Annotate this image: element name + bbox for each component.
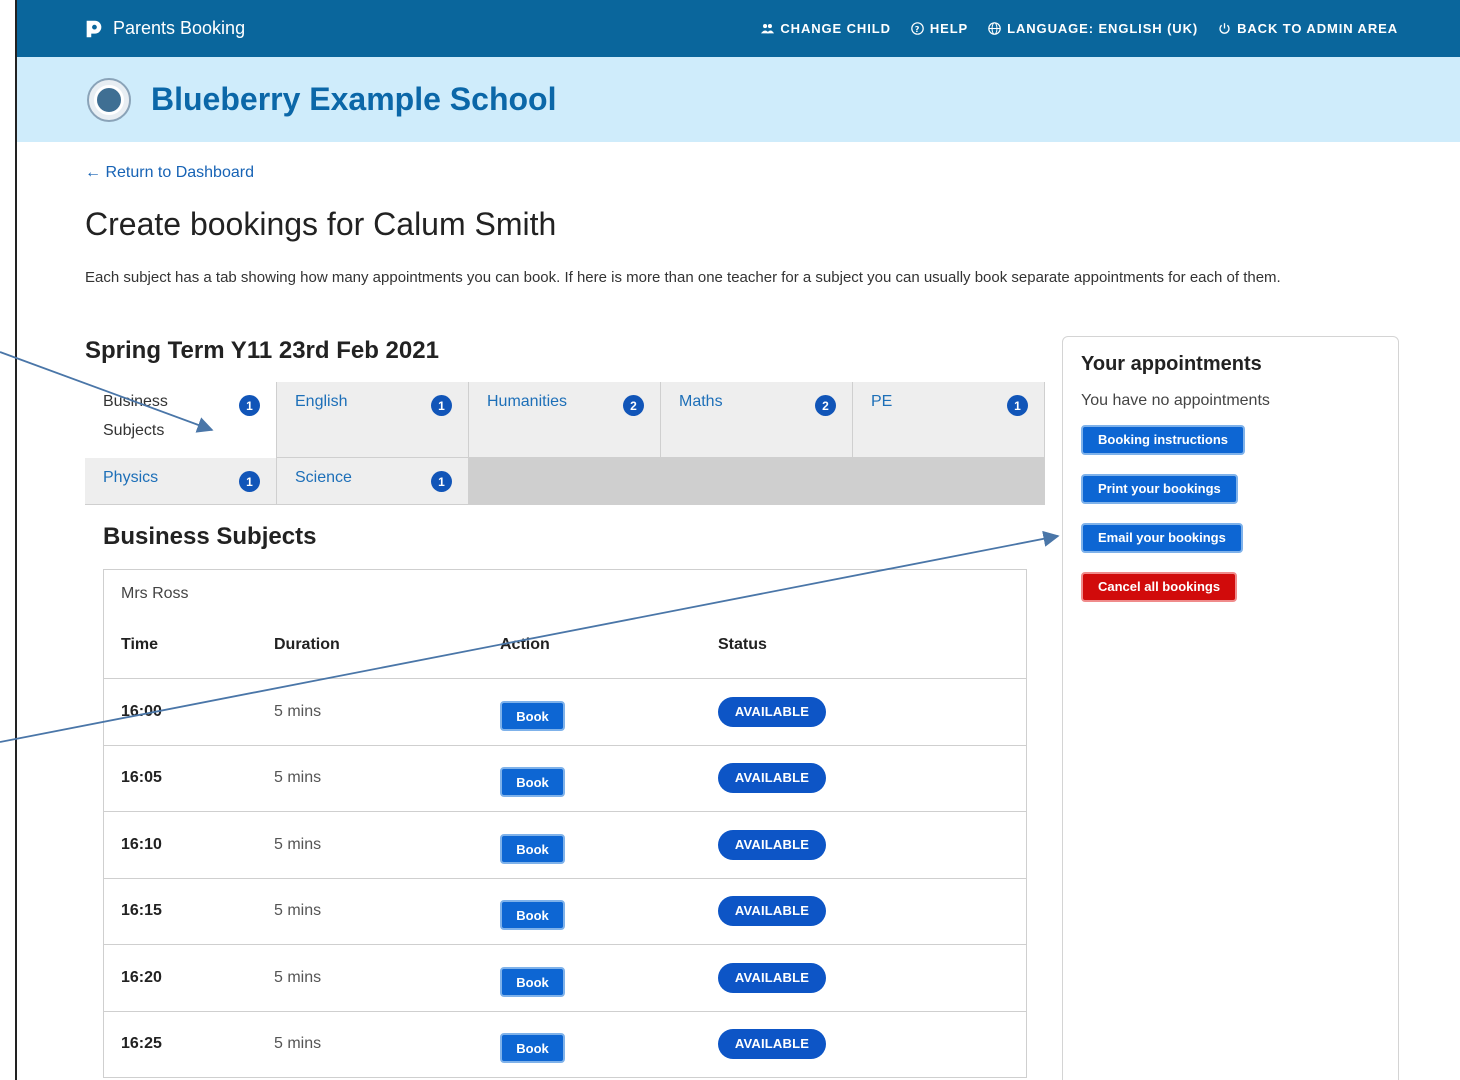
- tab-physics[interactable]: Physics 1: [85, 458, 277, 505]
- top-bar: Parents Booking CHANGE CHILD ? HELP LANG…: [17, 0, 1460, 57]
- power-icon: [1219, 23, 1230, 34]
- book-button[interactable]: Book: [500, 767, 565, 798]
- subject-tabs: Business Subjects 1 English 1 Humanities…: [85, 382, 1045, 505]
- tab-count-badge: 1: [431, 471, 452, 492]
- table-row: 16:15 5 mins Book AVAILABLE: [104, 879, 1026, 945]
- tab-business-subjects[interactable]: Business Subjects 1: [85, 382, 277, 458]
- teacher-name: Mrs Ross: [121, 585, 189, 602]
- slot-duration: 5 mins: [274, 835, 322, 853]
- back-to-admin-label: BACK TO ADMIN AREA: [1237, 21, 1398, 36]
- booking-instructions-button[interactable]: Booking instructions: [1081, 425, 1245, 455]
- slot-time: 16:05: [121, 769, 162, 787]
- tab-count-badge: 1: [239, 471, 260, 492]
- language-selector[interactable]: LANGUAGE: ENGLISH (UK): [988, 21, 1198, 36]
- tab-label: PE: [871, 393, 893, 410]
- slot-duration: 5 mins: [274, 968, 322, 986]
- parents-booking-logo-icon: [86, 20, 102, 37]
- book-button[interactable]: Book: [500, 833, 565, 864]
- tab-science[interactable]: Science 1: [277, 458, 469, 505]
- slot-duration: 5 mins: [274, 769, 322, 787]
- tab-count-badge: 2: [623, 395, 644, 416]
- change-child-label: CHANGE CHILD: [780, 21, 891, 36]
- status-badge: AVAILABLE: [718, 896, 826, 927]
- tab-english[interactable]: English 1: [277, 382, 469, 458]
- tab-label: Maths: [679, 393, 723, 410]
- column-duration: Duration: [274, 636, 340, 653]
- screenshot-border: [15, 0, 17, 1080]
- status-badge: AVAILABLE: [718, 1029, 826, 1060]
- language-label: LANGUAGE: ENGLISH (UK): [1007, 21, 1199, 36]
- sidebar-actions: Booking instructions Print your bookings…: [1081, 425, 1380, 602]
- globe-icon: [988, 22, 1001, 35]
- school-crest-icon: [87, 77, 131, 122]
- column-time: Time: [121, 636, 159, 653]
- slot-time: 16:10: [121, 835, 162, 853]
- back-to-admin-link[interactable]: BACK TO ADMIN AREA: [1218, 21, 1398, 36]
- help-label: HELP: [929, 21, 969, 36]
- table-row: 16:20 5 mins Book AVAILABLE: [104, 945, 1026, 1012]
- brand[interactable]: Parents Booking: [83, 18, 245, 40]
- table-row: 16:25 5 mins Book AVAILABLE: [104, 1012, 1026, 1078]
- help-circle-icon: ?: [911, 22, 924, 35]
- section-title: Business Subjects: [103, 523, 317, 550]
- tab-count-badge: 1: [1007, 395, 1028, 416]
- people-icon: [761, 24, 775, 34]
- slot-duration: 5 mins: [274, 1035, 322, 1053]
- slot-time: 16:00: [121, 702, 162, 720]
- appointments-sidebar: Your appointments You have no appointmen…: [1062, 336, 1399, 1080]
- slot-time: 16:15: [121, 902, 162, 920]
- tab-count-badge: 1: [239, 395, 260, 416]
- table-header: Time Duration Action Status: [104, 612, 1026, 679]
- intro-text: Each subject has a tab showing how many …: [85, 269, 1281, 286]
- table-row: 16:05 5 mins Book AVAILABLE: [104, 746, 1026, 812]
- tab-label: English: [295, 393, 348, 410]
- column-action: Action: [500, 636, 550, 653]
- table-row: 16:00 5 mins Book AVAILABLE: [104, 679, 1026, 746]
- no-appointments-text: You have no appointments: [1081, 392, 1270, 409]
- return-to-dashboard-link[interactable]: ← Return to Dashboard: [85, 164, 254, 182]
- status-badge: AVAILABLE: [718, 763, 826, 794]
- svg-text:?: ?: [915, 24, 920, 34]
- book-button[interactable]: Book: [500, 900, 565, 931]
- cancel-all-bookings-button[interactable]: Cancel all bookings: [1081, 572, 1238, 602]
- status-badge: AVAILABLE: [718, 696, 826, 727]
- page-title: Create bookings for Calum Smith: [85, 206, 557, 242]
- status-badge: AVAILABLE: [718, 962, 826, 993]
- status-badge: AVAILABLE: [718, 829, 826, 860]
- tab-humanities[interactable]: Humanities 2: [469, 382, 661, 458]
- table-row: 16:10 5 mins Book AVAILABLE: [104, 812, 1026, 879]
- tab-count-badge: 2: [815, 395, 836, 416]
- book-button[interactable]: Book: [500, 1033, 565, 1064]
- change-child-link[interactable]: CHANGE CHILD: [761, 21, 890, 36]
- tab-label: Physics: [103, 469, 159, 486]
- tab-label: Science: [295, 469, 352, 486]
- tab-maths[interactable]: Maths 2: [661, 382, 853, 458]
- tab-label: Humanities: [487, 393, 568, 410]
- tab-pe[interactable]: PE 1: [853, 382, 1045, 458]
- appointment-slots-table: Mrs Ross Time Duration Action Status 16:…: [103, 569, 1027, 1078]
- brand-name: Parents Booking: [113, 18, 246, 38]
- school-banner: Blueberry Example School: [17, 57, 1460, 142]
- book-button[interactable]: Book: [500, 700, 565, 731]
- print-bookings-button[interactable]: Print your bookings: [1081, 474, 1238, 504]
- book-button[interactable]: Book: [500, 966, 565, 997]
- column-status: Status: [718, 636, 767, 653]
- help-link[interactable]: ? HELP: [911, 21, 968, 36]
- sidebar-title: Your appointments: [1081, 353, 1262, 375]
- term-title: Spring Term Y11 23rd Feb 2021: [85, 337, 439, 364]
- slot-time: 16:20: [121, 968, 162, 986]
- slot-duration: 5 mins: [274, 702, 322, 720]
- tab-count-badge: 1: [431, 395, 452, 416]
- email-bookings-button[interactable]: Email your bookings: [1081, 523, 1243, 553]
- school-name: Blueberry Example School: [151, 81, 557, 117]
- tab-label: Business Subjects: [103, 393, 168, 439]
- app-window: Parents Booking CHANGE CHILD ? HELP LANG…: [17, 0, 1460, 1080]
- slot-duration: 5 mins: [274, 902, 322, 920]
- top-nav: CHANGE CHILD ? HELP LANGUAGE: ENGLISH (U…: [761, 21, 1398, 36]
- slot-time: 16:25: [121, 1035, 162, 1053]
